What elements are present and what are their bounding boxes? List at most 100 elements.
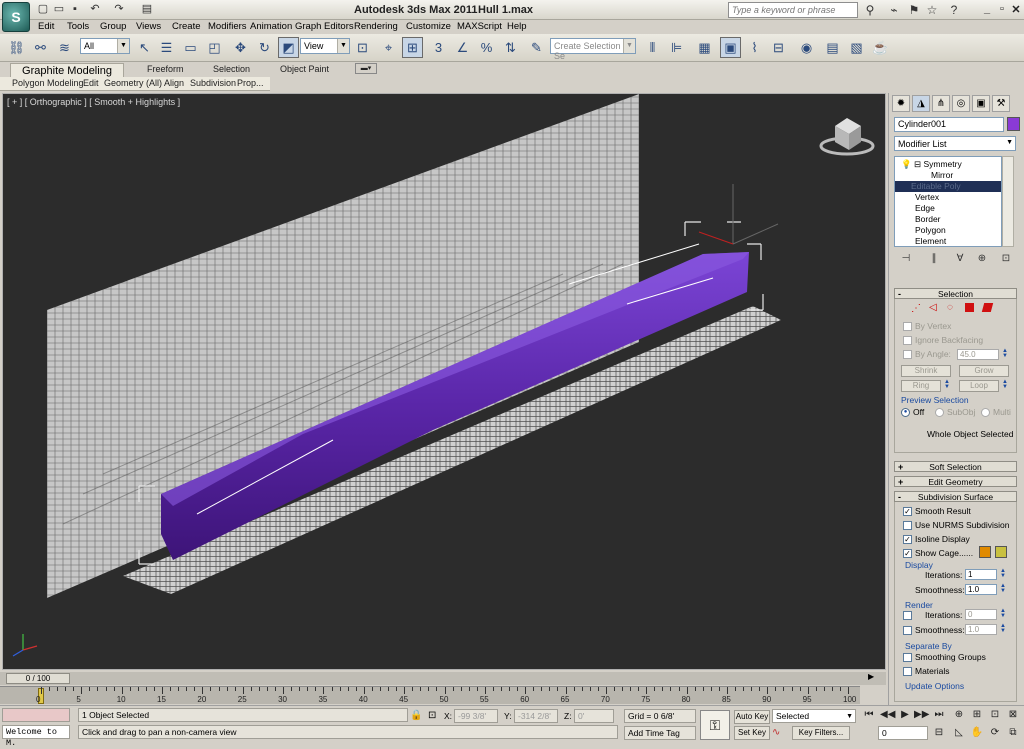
modify-tab-icon[interactable]: ◮ (912, 95, 930, 112)
isoline-display-checkbox[interactable]: ✓ (903, 535, 912, 544)
zoom-extents-all-icon[interactable]: ⊠ (1006, 708, 1020, 722)
stack-item-mirror[interactable]: Mirror (895, 170, 1001, 181)
menu-modifiers[interactable]: Modifiers (208, 21, 247, 32)
configure-sets-icon[interactable]: ⊡ (997, 253, 1015, 267)
project-folder-icon[interactable]: ▤ (140, 3, 154, 16)
render-smoothness-spinner[interactable]: 1.0 (965, 624, 997, 635)
link-icon[interactable]: ⛓ (6, 37, 27, 58)
application-button[interactable]: S (2, 2, 30, 32)
stack-item-vertex[interactable]: Vertex (895, 192, 1001, 203)
select-by-name-icon[interactable]: ☰ (156, 37, 177, 58)
make-unique-icon[interactable]: ∀ (951, 253, 969, 267)
viewport-orthographic[interactable]: [ + ] [ Orthographic ] [ Smooth + Highli… (2, 93, 886, 670)
polygon-mode-icon[interactable] (965, 303, 974, 312)
named-selection-set-dropdown[interactable]: Create Selection Se ▼ (550, 38, 636, 61)
move-icon[interactable]: ✥ (230, 37, 251, 58)
stack-item-element[interactable]: Element (895, 236, 1001, 246)
close-button[interactable]: ✕ (1009, 3, 1023, 16)
subdivision-surface-rollout-header[interactable]: - Subdivision Surface (894, 491, 1017, 502)
maximize-button[interactable]: ▫ (995, 3, 1009, 16)
preview-off-radio[interactable]: ● (901, 408, 910, 417)
x-coordinate-field[interactable]: -99 3/8' (454, 709, 498, 723)
by-angle-checkbox[interactable] (903, 350, 912, 359)
time-slider-bar[interactable] (0, 672, 886, 685)
use-nurms-checkbox[interactable] (903, 521, 912, 530)
panel-geometry-all[interactable]: Geometry (All) (104, 78, 162, 88)
go-to-end-icon[interactable]: ⏭ (932, 708, 946, 722)
render-iterations-checkbox[interactable] (903, 611, 912, 620)
minimize-button[interactable]: _ (980, 3, 994, 16)
spinner-snap-icon[interactable]: ⇅ (500, 37, 521, 58)
rendered-frame-window-icon[interactable]: ▧ (846, 37, 867, 58)
cage-color-swatch-1[interactable] (979, 546, 991, 558)
percent-snap-icon[interactable]: % (476, 37, 497, 58)
tab-selection[interactable]: Selection (213, 64, 250, 74)
utilities-tab-icon[interactable]: ⚒ (992, 95, 1010, 112)
preview-multi-radio[interactable] (981, 408, 990, 417)
menu-customize[interactable]: Customize (406, 21, 451, 32)
time-slider-next-icon[interactable]: ▶ (868, 672, 874, 681)
tab-freeform[interactable]: Freeform (147, 64, 184, 74)
graphite-toggle-icon[interactable]: ▣ (720, 37, 741, 58)
z-coordinate-field[interactable]: 0' (574, 709, 614, 723)
motion-tab-icon[interactable]: ◎ (952, 95, 970, 112)
render-setup-icon[interactable]: ▤ (822, 37, 843, 58)
add-time-tag[interactable]: Add Time Tag (624, 726, 696, 740)
rectangular-selection-icon[interactable]: ▭ (180, 37, 201, 58)
render-smoothness-checkbox[interactable] (903, 626, 912, 635)
favorites-icon[interactable]: ☆ (924, 3, 940, 17)
select-object-icon[interactable]: ↖ (134, 37, 155, 58)
time-slider[interactable]: 0 / 100 (6, 673, 70, 684)
show-end-result-icon[interactable]: ∥ (925, 253, 943, 267)
spinner-arrows-icon[interactable]: ▲ ▼ (999, 608, 1007, 620)
bind-spacewarp-icon[interactable]: ≋ (54, 37, 75, 58)
zoom-extents-icon[interactable]: ⊡ (988, 708, 1002, 722)
track-bar[interactable]: 0 5 10 15 20 25 30 35 40 45 50 55 60 65 70 75 80 85 90 95 10… (0, 686, 860, 704)
binoculars-icon[interactable]: ⚲ (862, 3, 878, 17)
object-name-field[interactable]: Cylinder001 (894, 117, 1004, 132)
open-file-icon[interactable]: ▭ (52, 3, 66, 16)
ribbon-options-dropdown[interactable]: ▬▾ (355, 63, 377, 74)
angle-snap-icon[interactable]: ∠ (452, 37, 473, 58)
ring-spinner-icon[interactable]: ▲ ▼ (943, 379, 951, 391)
absolute-mode-icon[interactable]: ⊡ (428, 710, 436, 721)
menu-tools[interactable]: Tools (67, 21, 89, 32)
edit-geometry-rollout-header[interactable]: + Edit Geometry (894, 476, 1017, 487)
smooth-result-checkbox[interactable]: ✓ (903, 507, 912, 516)
spinner-arrows-icon[interactable]: ▲ ▼ (999, 583, 1007, 595)
set-key-curve-icon[interactable]: ∿ (772, 727, 780, 738)
object-color-swatch[interactable] (1007, 117, 1020, 131)
create-tab-icon[interactable]: ✹ (892, 95, 910, 112)
selection-filter-dropdown[interactable]: All ▼ (80, 38, 130, 54)
menu-maxscript[interactable]: MAXScript (457, 21, 502, 32)
maximize-viewport-icon[interactable]: ⧉ (1006, 726, 1020, 740)
loop-spinner-icon[interactable]: ▲ ▼ (1001, 379, 1009, 391)
mirror-icon[interactable]: ⫴ (642, 37, 663, 58)
tab-object-paint[interactable]: Object Paint (280, 64, 329, 74)
maxscript-listener-field[interactable] (2, 708, 70, 722)
time-configuration-icon[interactable]: ⊟ (932, 726, 946, 740)
rotate-icon[interactable]: ↻ (254, 37, 275, 58)
zoom-all-icon[interactable]: ⊞ (970, 708, 984, 722)
preview-subobj-radio[interactable] (935, 408, 944, 417)
current-frame-field[interactable]: 0 (878, 726, 928, 740)
edge-mode-icon[interactable]: ◁ (929, 302, 937, 313)
stack-item-edge[interactable]: Edge (895, 203, 1001, 214)
material-editor-icon[interactable]: ◉ (796, 37, 817, 58)
iterations-spinner[interactable]: 1 (965, 569, 997, 580)
schematic-view-icon[interactable]: ⊟ (768, 37, 789, 58)
smoothing-groups-checkbox[interactable] (903, 653, 912, 662)
play-icon[interactable]: ▶ (898, 708, 912, 722)
redo-icon[interactable]: ↷ (112, 3, 126, 16)
stack-item-editable-poly[interactable]: Editable Poly (895, 181, 1001, 192)
go-to-start-icon[interactable]: ⏮ (862, 708, 876, 722)
spinner-arrows-icon[interactable]: ▲ ▼ (999, 568, 1007, 580)
modifier-list-dropdown[interactable]: Modifier List ▼ (894, 136, 1016, 151)
spinner-arrows-icon[interactable]: ▲ ▼ (1001, 348, 1009, 360)
pin-stack-icon[interactable]: ⊣ (897, 253, 915, 267)
hierarchy-tab-icon[interactable]: ⋔ (932, 95, 950, 112)
edit-named-selection-icon[interactable]: ✎ (526, 37, 547, 58)
element-mode-icon[interactable] (981, 303, 994, 312)
vertex-mode-icon[interactable]: ⋰ (911, 303, 921, 314)
unlink-icon[interactable]: ⚯ (30, 37, 51, 58)
